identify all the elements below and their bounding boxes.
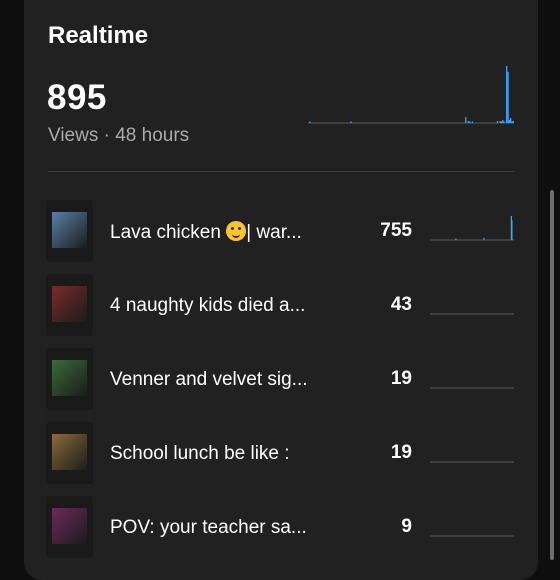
video-title[interactable]: 4 naughty kids died a... bbox=[110, 295, 350, 317]
video-row[interactable]: POV: your teacher sa... 9 bbox=[24, 496, 538, 558]
video-row[interactable]: School lunch be like : 19 bbox=[24, 422, 538, 484]
video-views: 19 bbox=[390, 442, 412, 463]
video-title[interactable]: POV: your teacher sa... bbox=[110, 517, 350, 539]
video-views-sparkline bbox=[430, 535, 514, 537]
sparkline-bar bbox=[506, 66, 508, 123]
sparkline-bar bbox=[503, 121, 505, 123]
video-views: 19 bbox=[390, 368, 412, 389]
sparkline-bar bbox=[465, 117, 467, 123]
thumbnail-image bbox=[52, 286, 87, 322]
video-row[interactable]: Venner and velvet sig... 19 bbox=[24, 348, 538, 410]
thumbnail-image bbox=[52, 508, 87, 544]
sparkline-bar bbox=[507, 71, 509, 123]
video-title[interactable]: Venner and velvet sig... bbox=[110, 369, 350, 391]
video-thumbnail[interactable] bbox=[46, 348, 93, 410]
video-title[interactable]: Lava chicken | war... bbox=[110, 221, 350, 244]
video-views: 43 bbox=[390, 294, 412, 315]
realtime-views-chart bbox=[308, 66, 514, 124]
video-views-sparkline bbox=[430, 387, 514, 389]
sparkline-bar bbox=[496, 121, 499, 123]
video-thumbnail[interactable] bbox=[46, 496, 93, 558]
scrollbar[interactable] bbox=[550, 190, 554, 560]
video-thumbnail[interactable] bbox=[46, 274, 93, 336]
sparkline-bar bbox=[467, 121, 470, 123]
video-views-sparkline bbox=[430, 313, 514, 315]
smiling-face-emoji-icon bbox=[226, 221, 247, 241]
video-thumbnail[interactable] bbox=[46, 200, 93, 262]
card-title: Realtime bbox=[48, 22, 149, 49]
sparkline-bar bbox=[469, 121, 471, 123]
thumbnail-image bbox=[52, 434, 87, 470]
video-views: 9 bbox=[401, 516, 412, 537]
sparkline-bar bbox=[512, 121, 514, 123]
sparkline-bar bbox=[350, 121, 352, 123]
sparkline-bar bbox=[455, 238, 457, 240]
sparkline-bar bbox=[471, 121, 474, 123]
divider bbox=[48, 171, 514, 172]
views-period-label: Views · 48 hours bbox=[48, 125, 190, 146]
sparkline-bar bbox=[510, 118, 512, 123]
sparkline-bar bbox=[508, 120, 511, 123]
sparkline-bar bbox=[483, 237, 485, 240]
sparkline-bar bbox=[502, 120, 504, 123]
sparkline-bar bbox=[500, 121, 503, 123]
sparkline-bar bbox=[511, 121, 513, 123]
video-row[interactable]: 4 naughty kids died a... 43 bbox=[24, 274, 538, 336]
video-views: 755 bbox=[380, 220, 412, 241]
sparkline-bar bbox=[499, 121, 501, 123]
sparkline-bar bbox=[309, 121, 311, 123]
video-row[interactable]: Lava chicken | war... 755 bbox=[24, 200, 538, 262]
video-title[interactable]: School lunch be like : bbox=[110, 443, 350, 465]
video-thumbnail[interactable] bbox=[46, 422, 93, 484]
total-views: 895 bbox=[47, 78, 107, 117]
video-views-sparkline bbox=[430, 461, 514, 463]
sparkline-bar bbox=[511, 220, 513, 240]
realtime-card: Realtime 895 Views · 48 hours Lava chick… bbox=[24, 0, 538, 580]
video-views-sparkline bbox=[430, 216, 514, 241]
thumbnail-image bbox=[52, 360, 87, 396]
thumbnail-image bbox=[52, 212, 87, 248]
